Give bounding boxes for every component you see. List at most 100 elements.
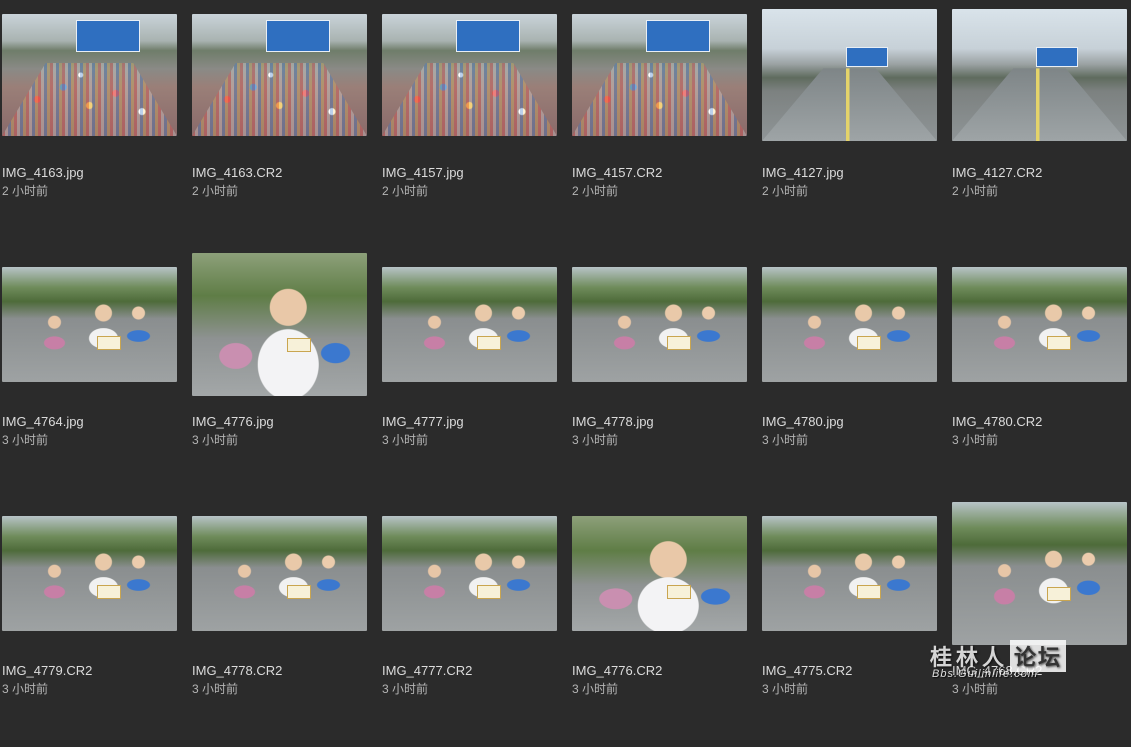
file-caption: IMG_4779.CR2 3 小时前 xyxy=(2,663,177,697)
photo-thumbnail[interactable] xyxy=(382,266,557,382)
thumbnail-frame xyxy=(572,498,747,648)
file-caption: IMG_4775.CR2 3 小时前 xyxy=(762,663,937,697)
race-bib-icon xyxy=(666,584,691,599)
file-name[interactable]: IMG_4764.jpg xyxy=(2,414,177,430)
file-caption: IMG_4778.CR2 3 小时前 xyxy=(192,663,367,697)
thumbnail-frame xyxy=(762,0,937,150)
file-tile[interactable]: IMG_4776.jpg 3 小时前 xyxy=(192,249,367,498)
file-tile[interactable]: IMG_4768.CR2 3 小时前 xyxy=(952,498,1127,747)
photo-thumbnail[interactable] xyxy=(192,515,367,631)
file-caption: IMG_4768.CR2 3 小时前 xyxy=(952,663,1127,697)
thumbnail-frame xyxy=(952,0,1127,150)
photo-thumbnail[interactable] xyxy=(2,266,177,382)
photo-thumbnail[interactable] xyxy=(572,266,747,382)
file-name[interactable]: IMG_4779.CR2 xyxy=(2,663,177,679)
file-name[interactable]: IMG_4157.jpg xyxy=(382,165,557,181)
file-caption: IMG_4127.CR2 2 小时前 xyxy=(952,165,1127,199)
photo-thumbnail[interactable] xyxy=(762,266,937,382)
thumbnail-frame xyxy=(2,0,177,150)
file-caption: IMG_4776.CR2 3 小时前 xyxy=(572,663,747,697)
race-bib-icon xyxy=(286,338,311,353)
file-caption: IMG_4778.jpg 3 小时前 xyxy=(572,414,747,448)
file-tile[interactable]: IMG_4127.CR2 2 小时前 xyxy=(952,0,1127,249)
photo-thumbnail[interactable] xyxy=(382,515,557,631)
thumbnail-frame xyxy=(572,249,747,399)
photo-thumbnail[interactable] xyxy=(192,252,367,396)
file-tile[interactable]: IMG_4778.CR2 3 小时前 xyxy=(192,498,367,747)
file-name[interactable]: IMG_4777.CR2 xyxy=(382,663,557,679)
file-modified-time: 3 小时前 xyxy=(2,682,49,696)
file-tile[interactable]: IMG_4764.jpg 3 小时前 xyxy=(2,249,177,498)
file-tile[interactable]: IMG_4157.jpg 2 小时前 xyxy=(382,0,557,249)
file-modified-time: 2 小时前 xyxy=(382,184,429,198)
file-modified-time: 2 小时前 xyxy=(192,184,239,198)
race-bib-icon xyxy=(1046,335,1071,350)
photo-thumbnail[interactable] xyxy=(2,515,177,631)
file-modified-time: 2 小时前 xyxy=(2,184,49,198)
photo-thumbnail[interactable] xyxy=(952,501,1127,645)
race-bib-icon xyxy=(856,584,881,599)
thumbnail-frame xyxy=(382,0,557,150)
file-caption: IMG_4764.jpg 3 小时前 xyxy=(2,414,177,448)
thumbnail-frame xyxy=(192,0,367,150)
photo-thumbnail[interactable] xyxy=(572,515,747,631)
file-name[interactable]: IMG_4127.CR2 xyxy=(952,165,1127,181)
file-tile[interactable]: IMG_4776.CR2 3 小时前 xyxy=(572,498,747,747)
file-caption: IMG_4777.jpg 3 小时前 xyxy=(382,414,557,448)
file-caption: IMG_4163.CR2 2 小时前 xyxy=(192,165,367,199)
file-name[interactable]: IMG_4777.jpg xyxy=(382,414,557,430)
file-tile[interactable]: IMG_4779.CR2 3 小时前 xyxy=(2,498,177,747)
file-name[interactable]: IMG_4776.jpg xyxy=(192,414,367,430)
file-tile[interactable]: IMG_4778.jpg 3 小时前 xyxy=(572,249,747,498)
file-tile[interactable]: IMG_4163.CR2 2 小时前 xyxy=(192,0,367,249)
photo-thumbnail[interactable] xyxy=(762,515,937,631)
file-name[interactable]: IMG_4776.CR2 xyxy=(572,663,747,679)
file-tile[interactable]: IMG_4127.jpg 2 小时前 xyxy=(762,0,937,249)
file-name[interactable]: IMG_4157.CR2 xyxy=(572,165,747,181)
file-name[interactable]: IMG_4778.CR2 xyxy=(192,663,367,679)
file-name[interactable]: IMG_4778.jpg xyxy=(572,414,747,430)
thumbnail-frame xyxy=(382,249,557,399)
file-name[interactable]: IMG_4775.CR2 xyxy=(762,663,937,679)
file-modified-time: 3 小时前 xyxy=(192,682,239,696)
file-name[interactable]: IMG_4163.CR2 xyxy=(192,165,367,181)
file-name[interactable]: IMG_4780.jpg xyxy=(762,414,937,430)
photo-thumbnail[interactable] xyxy=(2,14,177,136)
file-caption: IMG_4157.CR2 2 小时前 xyxy=(572,165,747,199)
thumbnail-frame xyxy=(2,498,177,648)
race-bib-icon xyxy=(666,335,691,350)
file-tile[interactable]: IMG_4163.jpg 2 小时前 xyxy=(2,0,177,249)
thumbnail-frame xyxy=(952,498,1127,648)
thumbnail-frame xyxy=(762,498,937,648)
race-bib-icon xyxy=(96,335,121,350)
race-bib-icon xyxy=(856,335,881,350)
file-name[interactable]: IMG_4163.jpg xyxy=(2,165,177,181)
photo-thumbnail[interactable] xyxy=(762,9,937,141)
file-modified-time: 3 小时前 xyxy=(762,682,809,696)
file-tile[interactable]: IMG_4775.CR2 3 小时前 xyxy=(762,498,937,747)
file-name[interactable]: IMG_4127.jpg xyxy=(762,165,937,181)
file-modified-time: 2 小时前 xyxy=(762,184,809,198)
file-tile[interactable]: IMG_4157.CR2 2 小时前 xyxy=(572,0,747,249)
race-bib-icon xyxy=(286,584,311,599)
file-modified-time: 3 小时前 xyxy=(952,433,999,447)
file-modified-time: 3 小时前 xyxy=(572,433,619,447)
file-name[interactable]: IMG_4780.CR2 xyxy=(952,414,1127,430)
photo-thumbnail[interactable] xyxy=(192,14,367,136)
file-modified-time: 3 小时前 xyxy=(762,433,809,447)
thumbnail-frame xyxy=(192,249,367,399)
file-modified-time: 2 小时前 xyxy=(952,184,999,198)
file-modified-time: 3 小时前 xyxy=(952,682,999,696)
file-name[interactable]: IMG_4768.CR2 xyxy=(952,663,1127,679)
photo-thumbnail[interactable] xyxy=(952,9,1127,141)
thumbnail-frame xyxy=(952,249,1127,399)
photo-thumbnail[interactable] xyxy=(382,14,557,136)
file-tile[interactable]: IMG_4780.jpg 3 小时前 xyxy=(762,249,937,498)
file-modified-time: 3 小时前 xyxy=(192,433,239,447)
file-tile[interactable]: IMG_4780.CR2 3 小时前 xyxy=(952,249,1127,498)
file-caption: IMG_4157.jpg 2 小时前 xyxy=(382,165,557,199)
file-tile[interactable]: IMG_4777.CR2 3 小时前 xyxy=(382,498,557,747)
photo-thumbnail[interactable] xyxy=(572,14,747,136)
photo-thumbnail[interactable] xyxy=(952,266,1127,382)
file-tile[interactable]: IMG_4777.jpg 3 小时前 xyxy=(382,249,557,498)
